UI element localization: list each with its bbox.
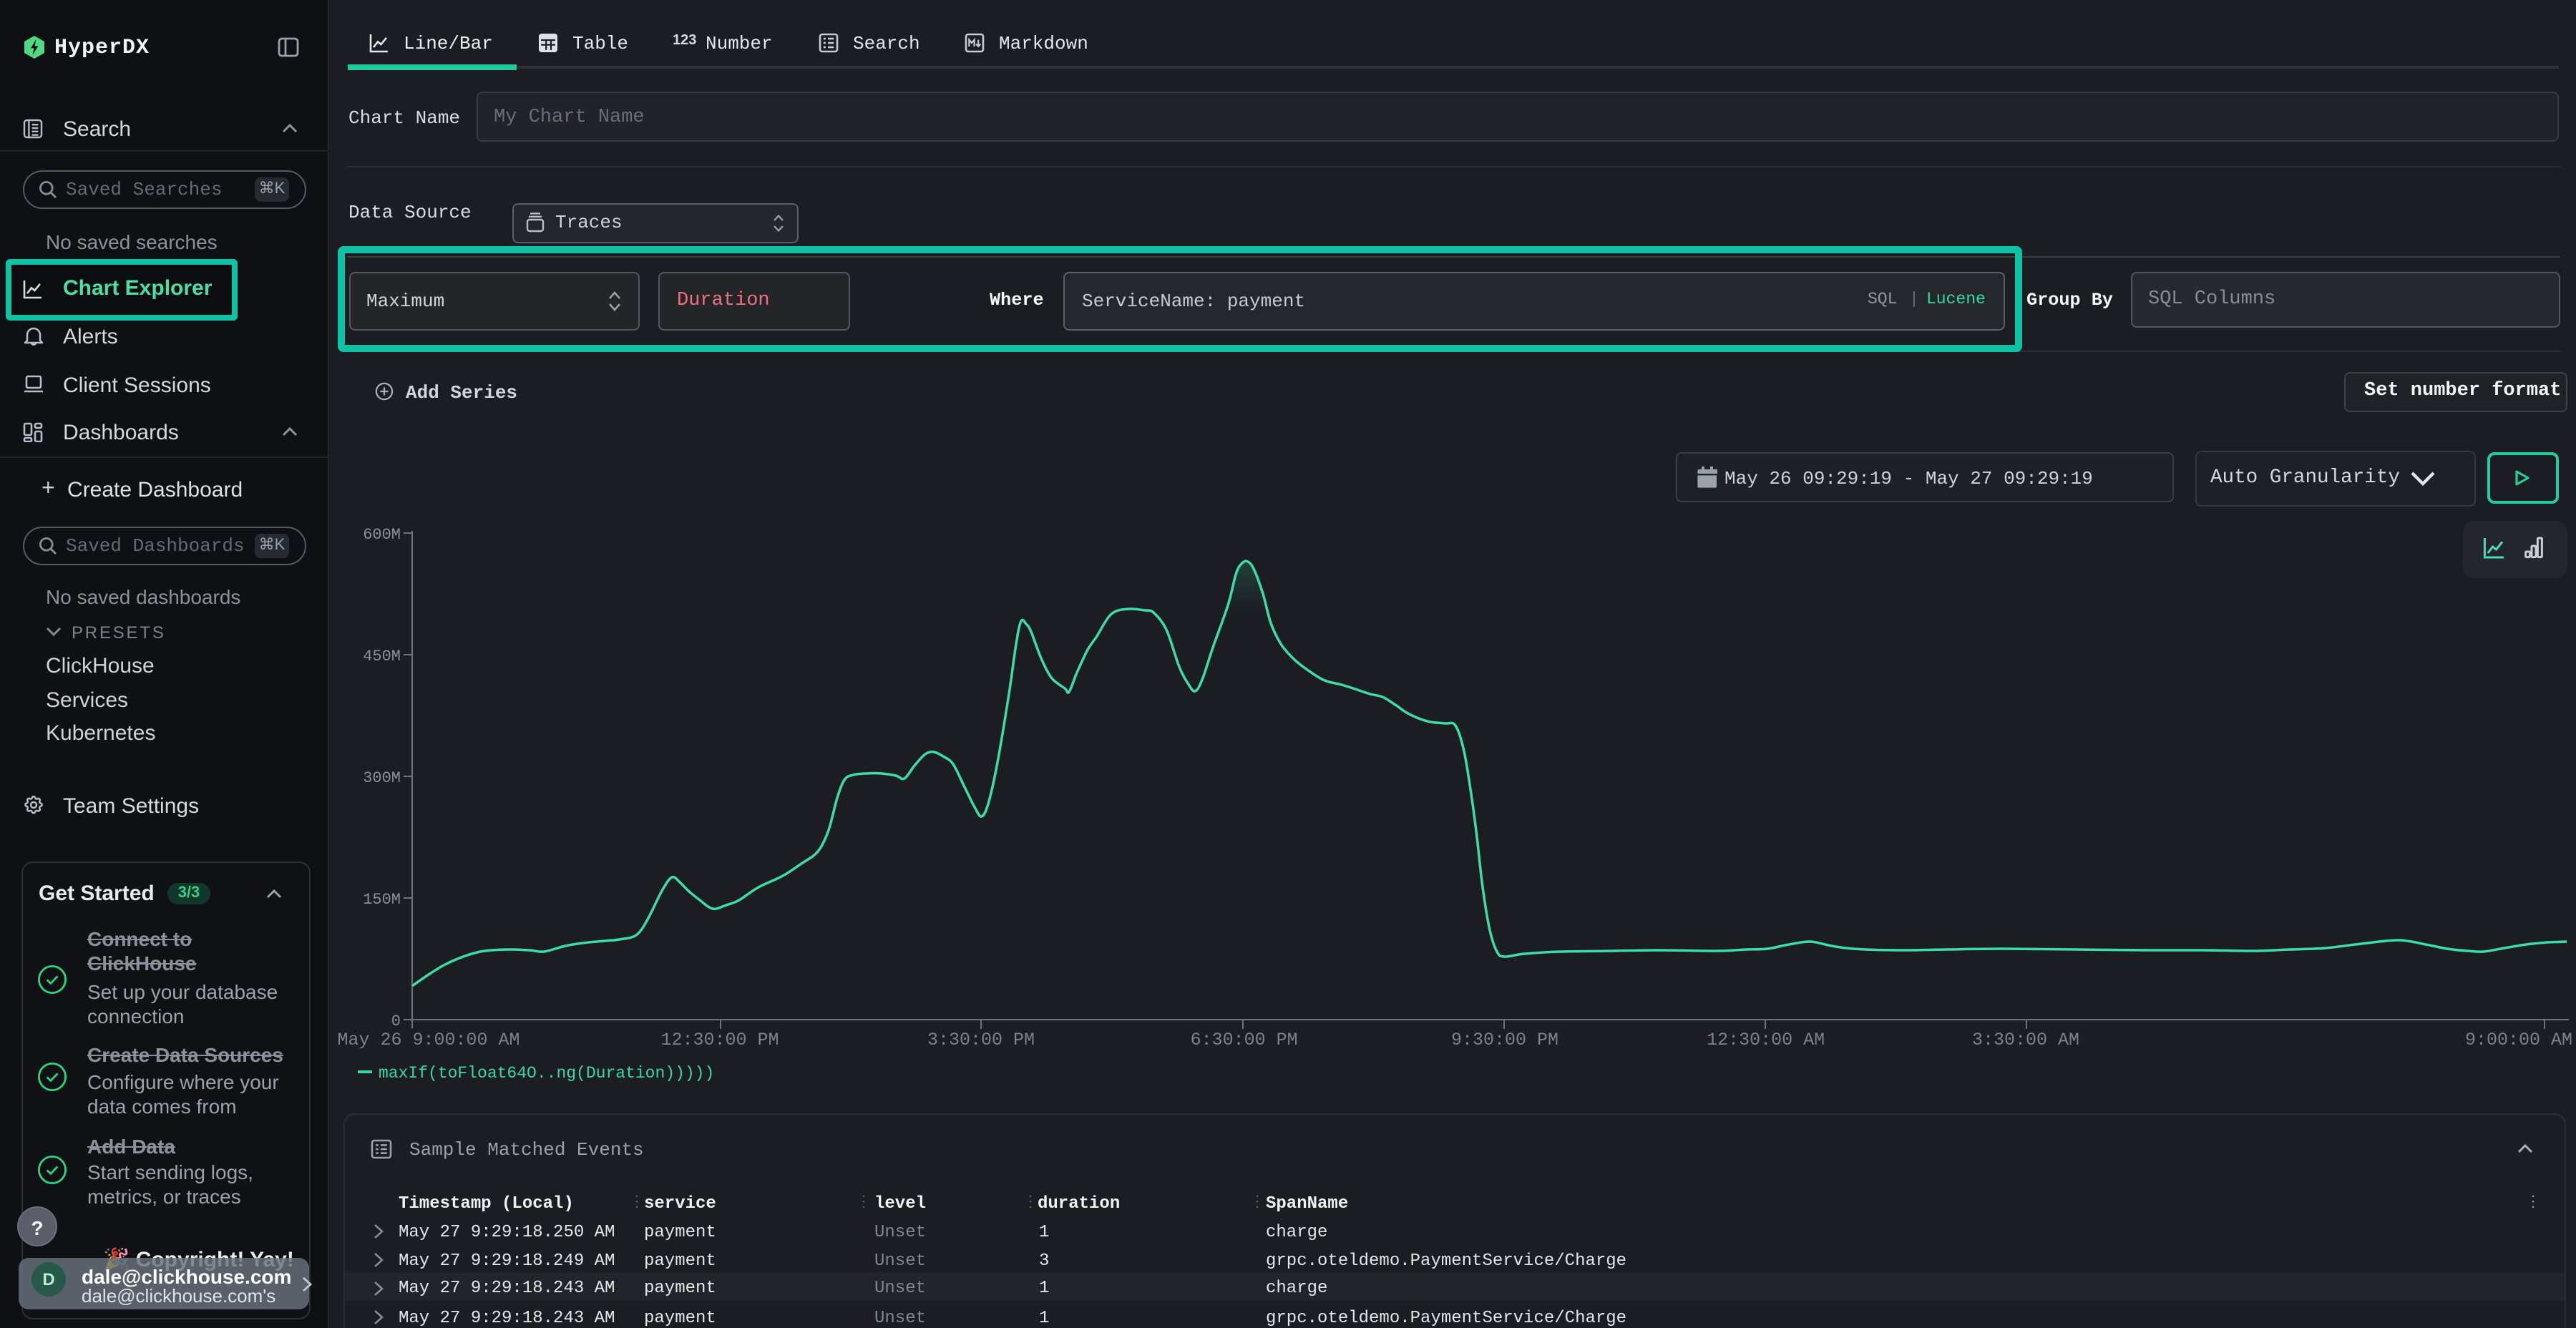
svg-text:9:00:00 AM: 9:00:00 AM bbox=[2465, 1030, 2572, 1050]
svg-text:May 26 9:00:00 AM: May 26 9:00:00 AM bbox=[337, 1030, 519, 1050]
svg-text:450M: 450M bbox=[363, 648, 401, 665]
svg-text:12:30:00 AM: 12:30:00 AM bbox=[1707, 1030, 1825, 1050]
svg-text:12:30:00 PM: 12:30:00 PM bbox=[660, 1030, 779, 1050]
svg-text:0: 0 bbox=[391, 1012, 401, 1030]
svg-text:9:30:00 PM: 9:30:00 PM bbox=[1451, 1030, 1558, 1050]
svg-text:150M: 150M bbox=[363, 891, 401, 909]
svg-text:300M: 300M bbox=[363, 769, 401, 787]
svg-text:3:30:00 PM: 3:30:00 PM bbox=[927, 1030, 1035, 1050]
svg-text:600M: 600M bbox=[363, 526, 401, 544]
svg-text:3:30:00 AM: 3:30:00 AM bbox=[1972, 1030, 2079, 1050]
svg-text:maxIf(toFloat64O..ng(Duration): maxIf(toFloat64O..ng(Duration))))) bbox=[379, 1064, 714, 1083]
svg-text:6:30:00 PM: 6:30:00 PM bbox=[1191, 1030, 1298, 1050]
